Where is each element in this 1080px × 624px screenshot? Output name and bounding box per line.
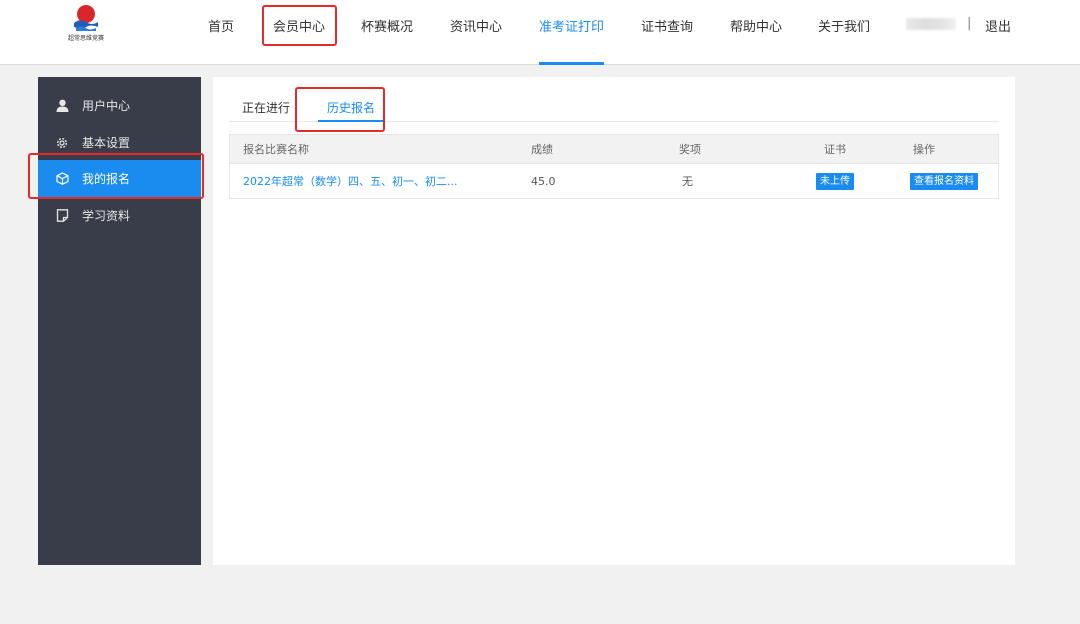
- gear-icon: [55, 136, 69, 150]
- logout-link[interactable]: 退出: [985, 16, 1011, 35]
- view-registration-button[interactable]: 查看报名资料: [910, 172, 978, 190]
- nav-certificate-query[interactable]: 证书查询: [641, 16, 693, 35]
- nav-help-center[interactable]: 帮助中心: [730, 16, 782, 35]
- col-header-certificate: 证书: [824, 143, 846, 156]
- nav-highlight-box: [262, 5, 337, 46]
- username-blurred[interactable]: [906, 18, 956, 30]
- nav-admission-print[interactable]: 准考证打印: [539, 16, 604, 35]
- top-header: 超常思维竞赛 首页 会员中心 杯赛概况 资讯中心 准考证打印 证书查询 帮助中心…: [0, 0, 1080, 65]
- document-icon: [55, 209, 69, 223]
- registration-table: 报名比赛名称 成绩 奖项 证书 操作 2022年超常（数学）四、五、初一、初二.…: [229, 134, 999, 199]
- nav-about-us[interactable]: 关于我们: [818, 16, 870, 35]
- content-panel: 正在进行 历史报名 报名比赛名称 成绩 奖项 证书 操作 2022年超常（数学）…: [213, 77, 1015, 565]
- nav-active-underline: [539, 62, 604, 65]
- sidebar-item-label: 学习资料: [82, 209, 131, 223]
- sidebar-item-study-materials[interactable]: 学习资料: [38, 197, 201, 234]
- tab-ongoing[interactable]: 正在进行: [242, 99, 290, 116]
- site-logo[interactable]: 超常思维竞赛: [56, 3, 116, 47]
- sidebar-item-label: 基本设置: [82, 136, 131, 150]
- logo-text: 超常思维竞赛: [67, 35, 104, 42]
- sidebar-item-label: 用户中心: [82, 99, 131, 113]
- award-value: 无: [682, 175, 693, 188]
- col-header-competition: 报名比赛名称: [243, 143, 309, 156]
- table-header: 报名比赛名称 成绩 奖项 证书 操作: [230, 135, 998, 163]
- competition-name-link[interactable]: 2022年超常（数学）四、五、初一、初二...: [243, 173, 457, 189]
- sidebar-highlight-box: [28, 153, 204, 199]
- tab-highlight-box: [295, 87, 385, 132]
- logo-emblem-icon: [74, 5, 98, 31]
- col-header-score: 成绩: [531, 143, 553, 156]
- col-header-action: 操作: [913, 143, 935, 156]
- nav-cup-overview[interactable]: 杯赛概况: [361, 16, 413, 35]
- nav-news-center[interactable]: 资讯中心: [450, 16, 502, 35]
- user-icon: [55, 99, 69, 113]
- nav-home[interactable]: 首页: [208, 16, 234, 35]
- col-header-award: 奖项: [679, 143, 701, 156]
- header-separator: |: [967, 16, 972, 31]
- sidebar: 用户中心 基本设置 我的报名 学习资料: [38, 77, 201, 565]
- certificate-status-badge[interactable]: 未上传: [816, 172, 854, 190]
- score-value: 45.0: [531, 174, 556, 188]
- table-row: 2022年超常（数学）四、五、初一、初二... 45.0 无 未上传 查看报名资…: [230, 163, 998, 198]
- sidebar-item-user-center[interactable]: 用户中心: [38, 87, 201, 124]
